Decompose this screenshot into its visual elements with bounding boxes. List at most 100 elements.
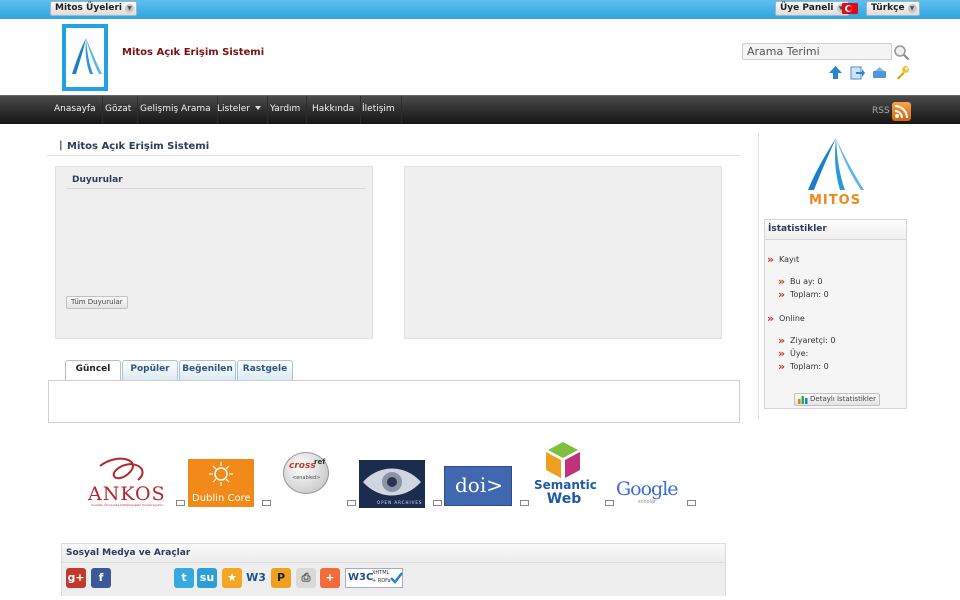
external-link-icon[interactable]: [262, 500, 271, 506]
members-dropdown-label: Mitos Üyeleri: [55, 3, 123, 13]
w3-icon[interactable]: W3: [246, 568, 266, 588]
detailed-statistics-label: Detaylı İstatistikler: [810, 395, 876, 403]
add-share-icon[interactable]: +: [320, 568, 340, 588]
turkish-flag-icon[interactable]: [842, 3, 858, 14]
crossref-logo[interactable]: cross ref <enabled>: [283, 452, 331, 496]
google-plus-icon[interactable]: g+: [66, 568, 86, 588]
social-tools-title: Sosyal Medya ve Araçlar: [62, 544, 725, 563]
tab-guncel[interactable]: Güncel: [65, 360, 121, 381]
member-panel-dropdown[interactable]: Üye Paneli ▼: [775, 1, 849, 16]
export-icon[interactable]: [850, 65, 865, 80]
site-header: Mitos Açık Erişim Sistemi Arama Terimi: [0, 19, 960, 95]
site-title[interactable]: Mitos Açık Erişim Sistemi: [122, 47, 264, 58]
mitos-sidebar-logo[interactable]: [804, 136, 864, 194]
doi-text: doi>: [455, 473, 503, 497]
crossref-text: cross: [289, 461, 316, 471]
rss-glyph: [894, 105, 908, 119]
stat-total-online: Toplam: 0: [778, 360, 829, 373]
tab-rastgele[interactable]: Rastgele: [237, 360, 293, 380]
arrow-up-icon[interactable]: [828, 65, 843, 80]
nav-item-gelismis-arama[interactable]: Gelişmiş Arama: [134, 96, 218, 124]
external-link-icon[interactable]: [176, 500, 185, 506]
w3c-badge-xhtml: XHTML: [372, 570, 390, 576]
doi-logo[interactable]: doi>: [444, 466, 512, 506]
settings-wrench-icon[interactable]: [895, 65, 910, 80]
bar-chart-icon: [798, 396, 808, 404]
stat-this-month: Bu ay: 0: [778, 275, 822, 288]
rss-icon[interactable]: [892, 102, 911, 121]
announcements-panel: Duyurular Tüm Duyurular: [55, 166, 373, 339]
stat-record: Kayıt: [767, 253, 799, 266]
main-nav: Anasayfa Gözat Gelişmiş Arama Listeler Y…: [0, 95, 960, 124]
all-announcements-button[interactable]: Tüm Duyurular: [66, 296, 128, 309]
stumbleupon-icon[interactable]: su: [197, 568, 217, 588]
search-icon[interactable]: [893, 44, 910, 61]
w3c-xhtml-rdfa-badge[interactable]: W3C XHTML + RDFa: [345, 568, 403, 588]
chevron-down-icon: ▼: [125, 4, 135, 13]
rss-label[interactable]: RSS: [872, 106, 890, 116]
page-title-text: Mitos Açık Erişim Sistemi: [67, 141, 210, 152]
google-scholar-logo[interactable]: Google scholar: [616, 478, 686, 506]
stat-total-records: Toplam: 0: [778, 288, 829, 301]
social-tools-box: Sosyal Medya ve Araçlar g+ f t su ★ W3 P…: [61, 543, 726, 596]
nav-item-anasayfa[interactable]: Anasayfa: [48, 96, 103, 124]
open-archives-logo[interactable]: OPEN ARCHIVES: [359, 460, 425, 508]
nav-item-iletisim[interactable]: İletişim: [356, 96, 402, 124]
nav-item-yardim[interactable]: Yardım: [264, 96, 308, 124]
site-logo[interactable]: [62, 24, 108, 91]
google-scholar-text: Google: [616, 478, 679, 500]
nav-item-gozat[interactable]: Gözat: [99, 96, 139, 124]
semantic-web-cube-icon: [546, 442, 580, 478]
external-link-icon[interactable]: [605, 500, 614, 506]
external-link-icon[interactable]: [347, 500, 356, 506]
caret-down-icon: [255, 106, 262, 110]
secondary-panel: [404, 166, 722, 339]
crossref-ref-text: ref: [314, 458, 326, 466]
language-label: Türkçe: [871, 3, 905, 13]
print-icon[interactable]: ⎙: [296, 568, 316, 588]
detailed-statistics-button[interactable]: Detaylı İstatistikler: [794, 393, 880, 406]
dublin-core-text: Dublin Core: [192, 493, 251, 504]
semantic-web-line1: Semantic: [534, 478, 597, 492]
external-link-icon[interactable]: [687, 500, 696, 506]
external-link-icon[interactable]: [520, 500, 529, 506]
facebook-icon[interactable]: f: [91, 568, 111, 588]
members-dropdown[interactable]: Mitos Üyeleri ▼: [50, 1, 138, 16]
sidebar-divider: [758, 133, 759, 419]
checkmark-icon: [390, 572, 403, 584]
ankos-subtitle: Anadolu Üniversite Kütüphaneleri Konsors…: [91, 503, 164, 507]
ankos-logo[interactable]: ANKOS Anadolu Üniversite Kütüphaneleri K…: [88, 456, 170, 508]
page-title: Mitos Açık Erişim Sistemi: [47, 140, 740, 156]
language-dropdown[interactable]: Türkçe ▼: [866, 1, 920, 16]
social-tools-icons: g+ f t su ★ W3 P ⎙ + W3C XHTML + RDFa: [62, 563, 725, 596]
tab-begenilen[interactable]: Beğenilen: [179, 360, 236, 380]
nav-item-listeler[interactable]: Listeler: [211, 96, 269, 124]
ankos-text: ANKOS: [88, 483, 166, 505]
announcements-title: Duyurular: [66, 175, 366, 189]
crossref-enabled-text: <enabled>: [292, 475, 321, 481]
share-icon[interactable]: [872, 65, 887, 80]
semantic-web-line2: Web: [546, 491, 582, 507]
nav-item-hakkinda[interactable]: Hakkında: [306, 96, 362, 124]
w3c-badge-rdfa: + RDFa: [372, 578, 391, 584]
open-archives-text: OPEN ARCHIVES: [377, 500, 423, 505]
search-input[interactable]: Arama Terimi: [742, 43, 892, 60]
google-scholar-subtitle: scholar: [638, 499, 657, 505]
tab-populer[interactable]: Popüler: [122, 360, 178, 380]
top-bar: Mitos Üyeleri ▼ Üye Paneli ▼ Türkçe ▼: [0, 0, 960, 19]
p-badge-icon[interactable]: P: [271, 568, 291, 588]
dublin-core-logo[interactable]: Dublin Core: [188, 459, 254, 507]
nav-item-listeler-label: Listeler: [217, 104, 251, 114]
twitter-icon[interactable]: t: [174, 568, 194, 588]
statistics-title: İstatistikler: [765, 220, 906, 240]
semantic-web-logo[interactable]: Semantic Web: [532, 440, 597, 508]
favorites-star-icon[interactable]: ★: [222, 568, 242, 588]
stat-members: Üye:: [778, 347, 808, 360]
w3c-badge-text: W3C: [348, 572, 374, 583]
external-link-icon[interactable]: [433, 500, 442, 506]
tab-content: [48, 380, 740, 423]
member-panel-label: Üye Paneli: [780, 3, 834, 13]
mitos-logo-text: MITOS: [809, 193, 862, 208]
dublin-core-sun-icon: [209, 462, 233, 486]
mitos-logo-icon: [72, 38, 102, 74]
